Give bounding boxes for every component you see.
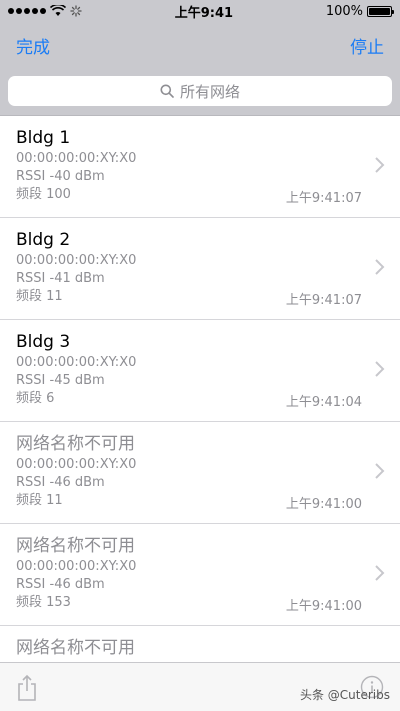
chevron-right-icon [375, 463, 385, 479]
battery-fill [368, 7, 390, 15]
network-name: 网络名称不可用 [16, 536, 135, 556]
network-rssi: RSSI -46 dBm [16, 577, 105, 592]
network-mac: 00:00:00:00:XY:X0 [16, 151, 137, 166]
network-list: Bldg 1 00:00:00:00:XY:X0 RSSI -40 dBm 频段… [0, 116, 400, 662]
chevron-right-icon [375, 259, 385, 275]
network-name: 网络名称不可用 [16, 638, 135, 658]
search-input[interactable]: 所有网络 [8, 76, 392, 106]
network-time: 上午9:41:07 [285, 293, 362, 308]
bottom-toolbar: 头条 @Cuteribs [0, 662, 400, 711]
signal-icon [8, 8, 46, 14]
battery-percentage: 100% [325, 3, 363, 19]
network-time: 上午9:41:00 [285, 599, 362, 614]
list-item[interactable]: 网络名称不可用 00:00:00:00:XY:X0 RSSI -46 dBm 频… [0, 422, 400, 524]
share-icon[interactable] [16, 674, 38, 702]
status-right: 100% [325, 3, 394, 19]
search-area: 所有网络 [0, 68, 400, 116]
network-rssi: RSSI -40 dBm [16, 169, 105, 184]
network-rssi: RSSI -45 dBm [16, 373, 105, 388]
network-time: 上午9:41:00 [285, 497, 362, 512]
status-left [8, 5, 82, 17]
network-mac: 00:00:00:00:XY:X0 [16, 355, 137, 370]
search-icon [160, 84, 174, 98]
watermark: 头条 @Cuteribs [299, 688, 390, 702]
network-time: 上午9:41:07 [285, 191, 362, 206]
chevron-right-icon [375, 157, 385, 173]
battery-icon [366, 5, 394, 17]
navigation-bar: 完成 停止 [0, 22, 400, 68]
network-name: 网络名称不可用 [16, 434, 135, 454]
activity-spinner-icon [70, 5, 82, 17]
list-item[interactable]: Bldg 2 00:00:00:00:XY:X0 RSSI -41 dBm 频段… [0, 218, 400, 320]
chevron-right-icon [375, 565, 385, 581]
network-name: Bldg 1 [16, 128, 71, 148]
list-item[interactable]: 网络名称不可用 [0, 626, 400, 662]
stop-button[interactable]: 停止 [350, 33, 384, 58]
network-time: 上午9:41:04 [285, 395, 362, 410]
done-button[interactable]: 完成 [16, 33, 50, 58]
status-time: 上午9:41 [174, 5, 234, 21]
network-mac: 00:00:00:00:XY:X0 [16, 253, 137, 268]
network-mac: 00:00:00:00:XY:X0 [16, 457, 137, 472]
wifi-icon [50, 5, 66, 16]
search-placeholder: 所有网络 [179, 82, 240, 101]
network-rssi: RSSI -46 dBm [16, 475, 105, 490]
list-item[interactable]: 网络名称不可用 00:00:00:00:XY:X0 RSSI -46 dBm 频… [0, 524, 400, 626]
network-name: Bldg 2 [16, 230, 71, 250]
network-rssi: RSSI -41 dBm [16, 271, 105, 286]
network-name: Bldg 3 [16, 332, 71, 352]
list-item[interactable]: Bldg 3 00:00:00:00:XY:X0 RSSI -45 dBm 频段… [0, 320, 400, 422]
list-item[interactable]: Bldg 1 00:00:00:00:XY:X0 RSSI -40 dBm 频段… [0, 116, 400, 218]
status-bar: 上午9:41 100% [0, 0, 400, 22]
chevron-right-icon [375, 361, 385, 377]
network-mac: 00:00:00:00:XY:X0 [16, 559, 137, 574]
